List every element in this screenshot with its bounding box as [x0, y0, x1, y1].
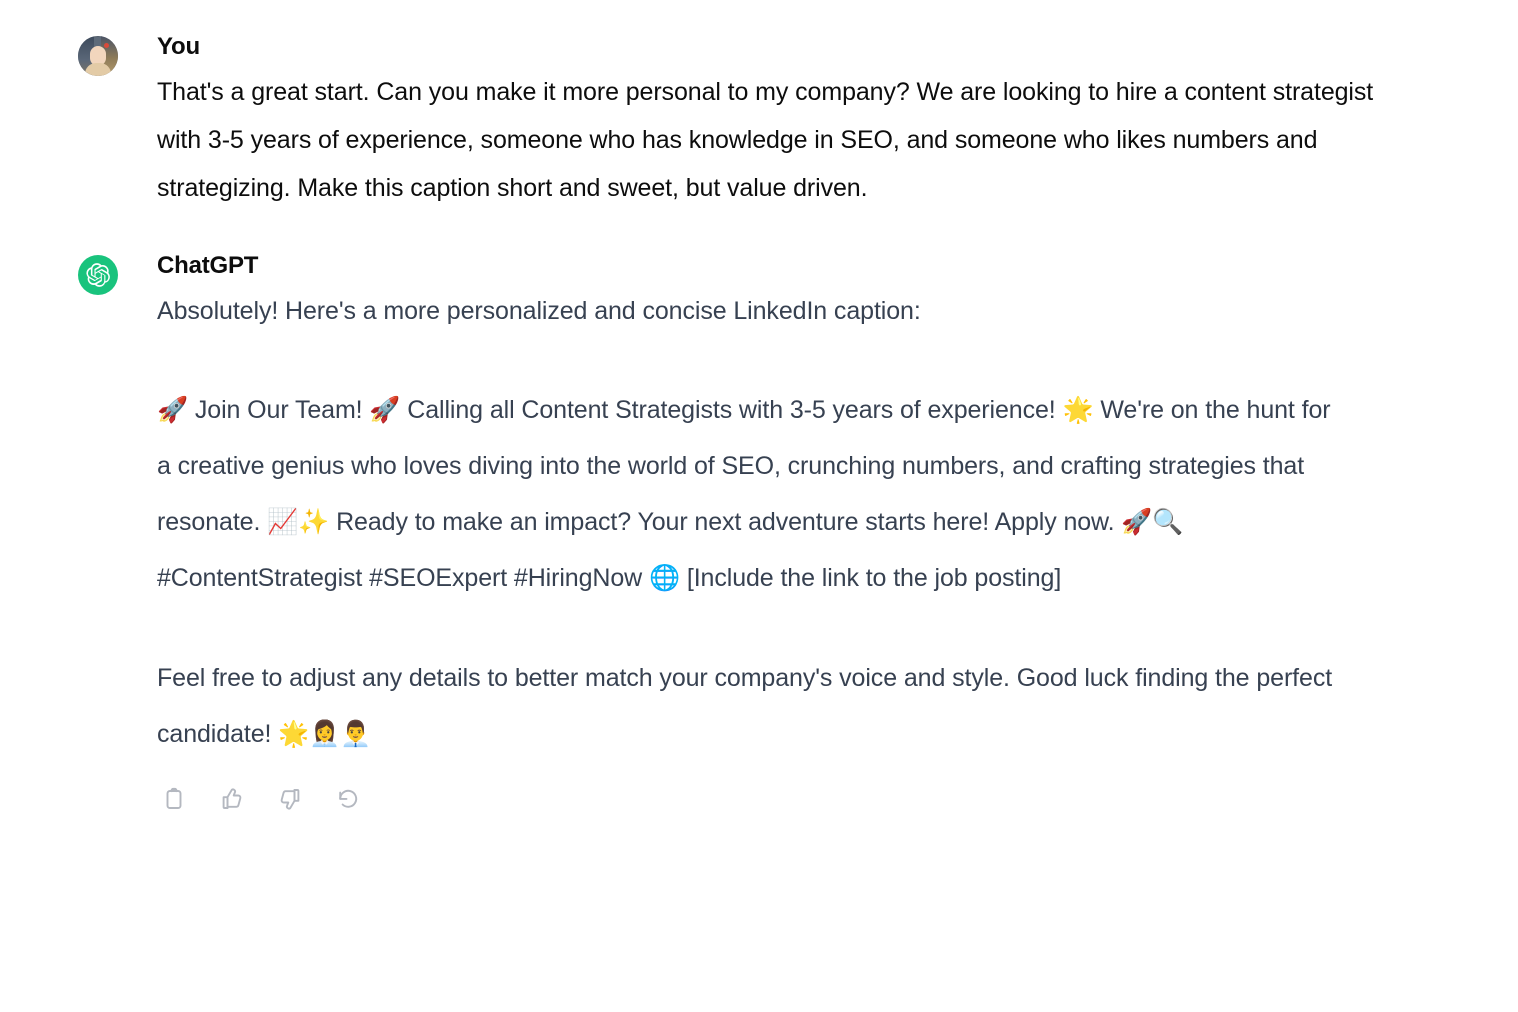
assistant-message-turn: ChatGPT Absolutely! Here's a more person… — [0, 212, 1518, 815]
assistant-paragraph-closing: Feel free to adjust any details to bette… — [157, 664, 1333, 749]
user-message-text: That's a great start. Can you make it mo… — [157, 77, 1374, 202]
regenerate-icon[interactable] — [333, 784, 363, 814]
assistant-message-content: ChatGPT Absolutely! Here's a more person… — [126, 252, 1407, 815]
user-message-content: You That's a great start. Can you make i… — [126, 33, 1407, 212]
avatar-photo-accent — [104, 43, 109, 48]
openai-logo-icon — [78, 254, 118, 295]
message-action-bar — [157, 784, 1407, 814]
user-message-turn: You That's a great start. Can you make i… — [0, 0, 1518, 212]
assistant-avatar-column — [78, 252, 126, 295]
avatar[interactable] — [78, 36, 118, 76]
assistant-paragraph-caption: 🚀 Join Our Team! 🚀 Calling all Content S… — [157, 396, 1331, 593]
thumbs-down-icon[interactable] — [275, 784, 305, 814]
conversation-thread: You That's a great start. Can you make i… — [0, 0, 1518, 814]
copy-icon[interactable] — [159, 784, 189, 814]
assistant-message-body: Absolutely! Here's a more personalized a… — [157, 286, 1407, 762]
user-role-label: You — [157, 33, 200, 60]
assistant-role-label: ChatGPT — [157, 251, 259, 279]
user-avatar-column — [78, 33, 126, 76]
assistant-paragraph-intro: Absolutely! Here's a more personalized a… — [157, 297, 921, 326]
avatar-photo-body — [85, 63, 111, 76]
thumbs-up-icon[interactable] — [217, 784, 247, 814]
